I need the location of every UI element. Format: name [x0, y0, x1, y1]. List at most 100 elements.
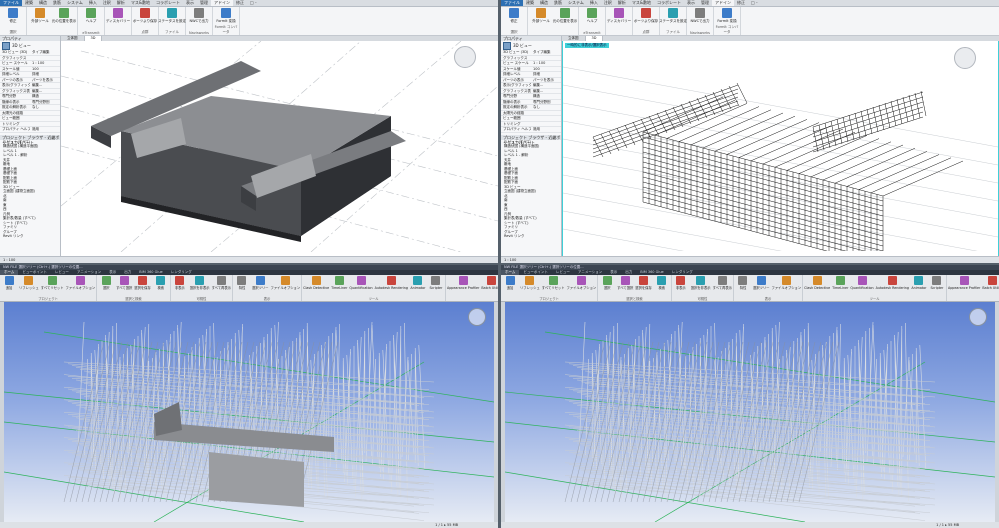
- tab-9[interactable]: コラボレート: [654, 0, 684, 6]
- tab-8[interactable]: マス&敷地: [128, 0, 153, 6]
- ribbon-button[interactable]: Animator: [910, 275, 928, 296]
- ribbon-button[interactable]: 選択を非表示: [189, 275, 211, 296]
- right-dock[interactable]: [995, 302, 999, 522]
- browser-item[interactable]: Revit リンク: [504, 234, 561, 239]
- tab-4[interactable]: システム: [64, 0, 86, 6]
- tab-11[interactable]: 管理: [698, 0, 712, 6]
- tab-6[interactable]: 注釈: [100, 0, 114, 6]
- ribbon-button[interactable]: ステータスを設定: [659, 8, 687, 23]
- 3d-viewport[interactable]: [61, 36, 498, 257]
- ribbon-button[interactable]: すべてリセット: [541, 275, 566, 296]
- ribbon-button[interactable]: Appearance Profiler: [947, 275, 981, 296]
- viewcube-icon[interactable]: [454, 46, 476, 68]
- tab-4[interactable]: システム: [565, 0, 587, 6]
- 3d-viewport[interactable]: 一時的に非表示/選択表示: [562, 36, 999, 257]
- ribbon-button[interactable]: すべてリセット: [40, 275, 65, 296]
- ribbon-button[interactable]: ファイルオプション: [65, 275, 97, 296]
- ribbon-button[interactable]: 修正: [2, 8, 24, 23]
- ribbon-button[interactable]: FormIt 変換: [716, 8, 738, 23]
- tab-2[interactable]: 構造: [36, 0, 50, 6]
- ribbon-button[interactable]: 外部ツール: [29, 8, 51, 23]
- ribbon-button[interactable]: Scripter: [928, 275, 946, 296]
- ribbon-button[interactable]: 追加: [0, 275, 18, 296]
- tab-14[interactable]: □ -: [247, 0, 260, 6]
- tab-2[interactable]: 構造: [537, 0, 551, 6]
- viewcube-icon[interactable]: [969, 308, 987, 326]
- type-selector[interactable]: 3D ビュー: [0, 41, 60, 50]
- ribbon-button[interactable]: Appearance Profiler: [446, 275, 480, 296]
- ribbon-button[interactable]: 非表示: [171, 275, 189, 296]
- ribbon-button[interactable]: 元の位置を表示: [52, 8, 76, 23]
- ribbon-button[interactable]: ファイルオプション: [269, 275, 301, 296]
- property-row[interactable]: プロパティ ヘルプ 適用: [0, 127, 60, 133]
- tab-10[interactable]: 表示: [684, 0, 698, 6]
- ribbon-button[interactable]: すべて選択: [115, 275, 133, 296]
- tab-3d[interactable]: 3D: [84, 36, 103, 41]
- ribbon-button[interactable]: 修正: [503, 8, 525, 23]
- tab-7[interactable]: 解析: [615, 0, 629, 6]
- tab-10[interactable]: 表示: [183, 0, 197, 6]
- ribbon-button[interactable]: 外部ツール: [530, 8, 552, 23]
- tab-0[interactable]: ファイル: [501, 0, 523, 6]
- tab-3[interactable]: 鉄筋: [551, 0, 565, 6]
- ribbon-button[interactable]: NWCで出力: [188, 8, 210, 23]
- ribbon-button[interactable]: Autodesk Rendering: [875, 275, 910, 296]
- ribbon-button[interactable]: 選択ツリー: [752, 275, 770, 296]
- ribbon-button[interactable]: 選択を非表示: [690, 275, 712, 296]
- property-row[interactable]: プロパティ ヘルプ 適用: [501, 127, 561, 133]
- browser-item[interactable]: Revit リンク: [3, 234, 60, 239]
- ribbon-button[interactable]: Scripter: [427, 275, 445, 296]
- navisworks-viewport[interactable]: [505, 302, 995, 522]
- tab-7[interactable]: 解析: [114, 0, 128, 6]
- ribbon-button[interactable]: ヘルプ: [80, 8, 102, 23]
- ribbon-button[interactable]: Autodesk Rendering: [374, 275, 409, 296]
- viewcube-icon[interactable]: [468, 308, 486, 326]
- ribbon-button[interactable]: ポーツより保存: [133, 8, 157, 23]
- ribbon-button[interactable]: Clash Detective: [302, 275, 330, 296]
- ribbon-button[interactable]: 検索: [653, 275, 671, 296]
- ribbon-button[interactable]: FormIt 変換: [215, 8, 237, 23]
- ribbon-button[interactable]: 特性: [233, 275, 251, 296]
- ribbon-button[interactable]: 選択を保存: [634, 275, 652, 296]
- tab-elevation[interactable]: 立体図: [562, 36, 586, 41]
- tab-8[interactable]: マス&敷地: [629, 0, 654, 6]
- tab-6[interactable]: 注釈: [601, 0, 615, 6]
- tab-14[interactable]: □ -: [748, 0, 761, 6]
- ribbon-button[interactable]: 選択: [97, 275, 115, 296]
- ribbon-button[interactable]: 検索: [152, 275, 170, 296]
- ribbon-button[interactable]: すべて再表示: [712, 275, 733, 296]
- ribbon-button[interactable]: 選択を保存: [133, 275, 151, 296]
- ribbon-button[interactable]: リフレッシュ: [519, 275, 541, 296]
- tab-elevation[interactable]: 立体図: [61, 36, 85, 41]
- ribbon-button[interactable]: Quantification: [849, 275, 874, 296]
- ribbon-button[interactable]: すべて選択: [616, 275, 634, 296]
- viewcube-icon[interactable]: [954, 47, 976, 69]
- tab-9[interactable]: コラボレート: [153, 0, 183, 6]
- ribbon-button[interactable]: ファイルオプション: [770, 275, 802, 296]
- ribbon-button[interactable]: 追加: [501, 275, 519, 296]
- ribbon-button[interactable]: Quantification: [348, 275, 373, 296]
- ribbon-button[interactable]: Animator: [409, 275, 427, 296]
- ribbon-button[interactable]: Batch Utility: [480, 275, 498, 296]
- tab-11[interactable]: 管理: [197, 0, 211, 6]
- tab-3[interactable]: 鉄筋: [50, 0, 64, 6]
- tab-1[interactable]: 建築: [22, 0, 36, 6]
- tab-13[interactable]: 修正: [233, 0, 247, 6]
- ribbon-button[interactable]: ヘルプ: [581, 8, 603, 23]
- ribbon-button[interactable]: ディスカバリー: [607, 8, 631, 23]
- type-selector[interactable]: 3D ビュー: [501, 41, 561, 50]
- ribbon-button[interactable]: ファイルオプション: [566, 275, 598, 296]
- tab-1[interactable]: 建築: [523, 0, 537, 6]
- ribbon-button[interactable]: TimeLiner: [831, 275, 849, 296]
- tab-0[interactable]: ファイル: [0, 0, 22, 6]
- ribbon-button[interactable]: 非表示: [672, 275, 690, 296]
- tab-5[interactable]: 挿入: [587, 0, 601, 6]
- ribbon-button[interactable]: ポーツより保存: [634, 8, 658, 23]
- ribbon-button[interactable]: 元の位置を表示: [553, 8, 577, 23]
- ribbon-button[interactable]: 選択: [598, 275, 616, 296]
- ribbon-button[interactable]: リフレッシュ: [18, 275, 40, 296]
- ribbon-button[interactable]: Batch Utility: [981, 275, 999, 296]
- ribbon-button[interactable]: 選択ツリー: [251, 275, 269, 296]
- tab-12[interactable]: アドイン: [712, 0, 735, 6]
- ribbon-button[interactable]: ディスカバリー: [106, 8, 130, 23]
